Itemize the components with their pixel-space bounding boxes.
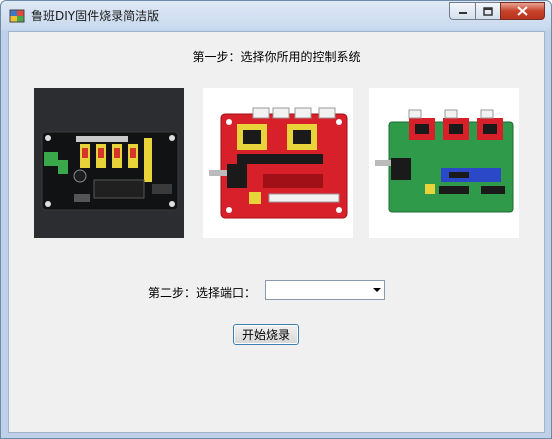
app-window: 鲁班DIY固件烧录简洁版 第一步：选择你所用的控制系统 第二步：选择端口： 开始… — [0, 0, 552, 439]
red-cnc-shield-board-image — [203, 88, 353, 238]
dropdown-arrow-icon[interactable] — [373, 288, 381, 292]
close-button[interactable] — [500, 2, 545, 20]
step1-label: 第一步：选择你所用的控制系统 — [192, 50, 361, 64]
maximize-button[interactable] — [475, 2, 501, 20]
board-option-black[interactable] — [34, 88, 184, 238]
client-area: 第一步：选择你所用的控制系统 第二步：选择端口： 开始烧录 — [8, 31, 545, 433]
title-bar[interactable]: 鲁班DIY固件烧录简洁版 — [1, 1, 551, 31]
board-option-red[interactable] — [203, 88, 353, 238]
minimize-button[interactable] — [449, 2, 476, 20]
maximize-icon — [483, 6, 493, 16]
port-select[interactable] — [265, 280, 385, 300]
app-icon — [9, 9, 25, 23]
close-icon — [517, 6, 528, 16]
minimize-icon — [458, 12, 467, 14]
start-burn-button[interactable]: 开始烧录 — [233, 324, 299, 345]
window-title: 鲁班DIY固件烧录简洁版 — [31, 9, 160, 23]
green-nano-driver-board-image — [369, 88, 519, 238]
black-controller-board-image — [34, 88, 184, 238]
board-option-green[interactable] — [369, 88, 519, 238]
step2-label: 第二步：选择端口： — [148, 286, 257, 300]
